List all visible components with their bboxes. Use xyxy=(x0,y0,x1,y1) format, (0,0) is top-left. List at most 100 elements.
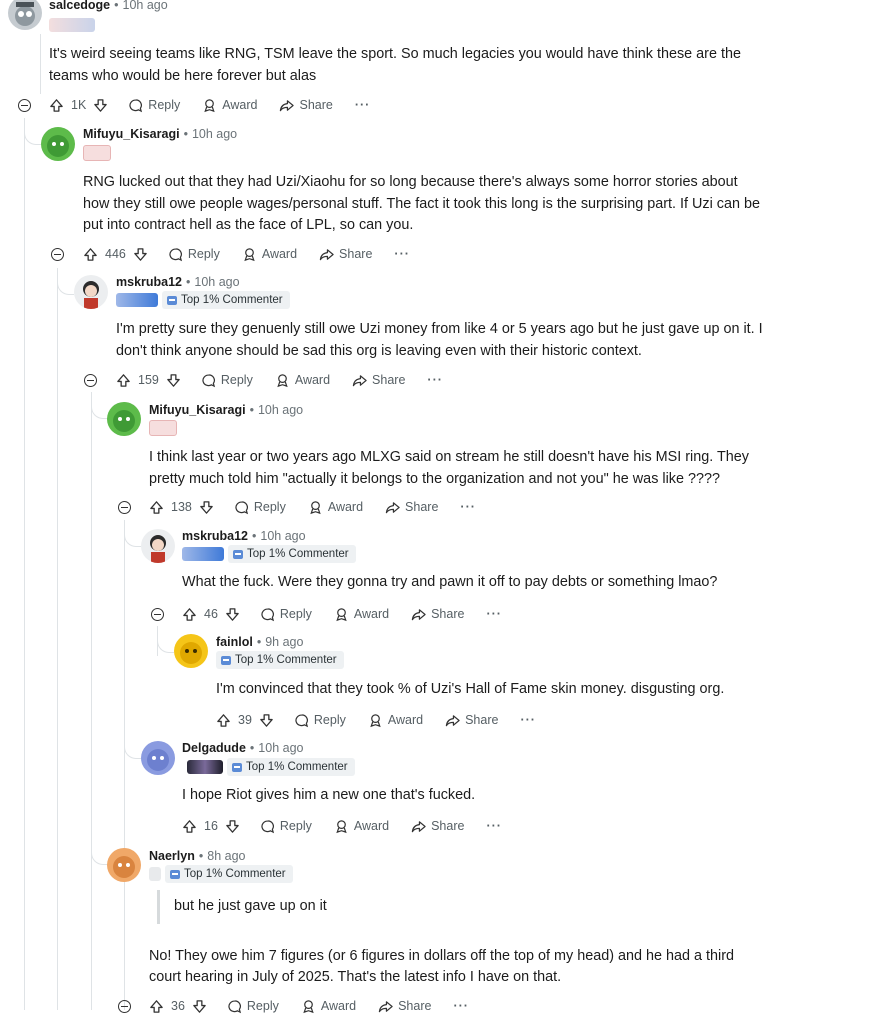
vote-group: 1K xyxy=(49,98,108,113)
comment-bubble-icon xyxy=(202,373,215,387)
upvote-icon[interactable] xyxy=(116,373,131,388)
share-icon xyxy=(280,99,295,111)
username[interactable]: Naerlyn xyxy=(149,849,195,863)
reply-button[interactable]: Reply xyxy=(168,247,220,262)
username[interactable]: fainlol xyxy=(216,635,253,649)
username[interactable]: mskruba12 xyxy=(182,529,248,543)
avatar[interactable] xyxy=(74,275,108,309)
upvote-icon[interactable] xyxy=(216,713,231,728)
more-options-button[interactable]: ··· xyxy=(520,713,536,727)
badge-label: Top 1% Commenter xyxy=(184,868,286,880)
avatar[interactable] xyxy=(8,0,42,30)
more-options-button[interactable]: ··· xyxy=(453,999,469,1013)
award-button[interactable]: Award xyxy=(275,373,330,388)
vote-group: 138 xyxy=(149,500,214,515)
user-flair xyxy=(149,420,177,436)
downvote-icon[interactable] xyxy=(192,999,207,1014)
comment-body: RNG lucked out that they had Uzi/Xiaohu … xyxy=(83,174,760,233)
share-button[interactable]: Share xyxy=(445,713,498,728)
username[interactable]: Mifuyu_Kisaragi xyxy=(83,127,180,141)
collapse-thread-button[interactable] xyxy=(84,374,97,387)
upvote-icon[interactable] xyxy=(149,500,164,515)
award-button[interactable]: Award xyxy=(334,819,389,834)
award-button[interactable]: Award xyxy=(334,607,389,622)
comment-body: but he just gave up on it No! They owe h… xyxy=(149,890,769,989)
collapse-thread-button[interactable] xyxy=(118,1000,131,1013)
upvote-icon[interactable] xyxy=(149,999,164,1014)
upvote-icon[interactable] xyxy=(83,247,98,262)
reply-button[interactable]: Reply xyxy=(234,500,286,515)
share-button[interactable]: Share xyxy=(411,819,464,834)
share-button[interactable]: Share xyxy=(378,999,431,1014)
more-options-button[interactable]: ··· xyxy=(486,607,502,621)
timestamp[interactable]: 9h ago xyxy=(265,635,303,649)
downvote-icon[interactable] xyxy=(133,247,148,262)
timestamp[interactable]: 10h ago xyxy=(123,0,168,12)
timestamp[interactable]: 10h ago xyxy=(258,403,303,417)
timestamp[interactable]: 8h ago xyxy=(207,849,245,863)
award-button[interactable]: Award xyxy=(308,500,363,515)
downvote-icon[interactable] xyxy=(166,373,181,388)
badge-icon xyxy=(233,549,243,559)
more-options-button[interactable]: ··· xyxy=(394,247,410,261)
reply-button[interactable]: Reply xyxy=(260,819,312,834)
timestamp[interactable]: 10h ago xyxy=(192,127,237,141)
comment-actions: 46 Reply Award Share ··· xyxy=(182,604,502,624)
downvote-icon[interactable] xyxy=(225,607,240,622)
avatar[interactable] xyxy=(41,127,75,161)
comment-actions: 159 Reply Award Share ··· xyxy=(116,370,443,390)
award-button[interactable]: Award xyxy=(368,713,423,728)
timestamp[interactable]: 10h ago xyxy=(260,529,305,543)
more-options-button[interactable]: ··· xyxy=(355,98,371,112)
top-commenter-badge: Top 1% Commenter xyxy=(162,291,290,309)
username[interactable]: mskruba12 xyxy=(116,275,182,289)
avatar[interactable] xyxy=(174,634,208,668)
username[interactable]: Mifuyu_Kisaragi xyxy=(149,403,246,417)
share-button[interactable]: Share xyxy=(411,607,464,622)
award-button[interactable]: Award xyxy=(242,247,297,262)
reply-button[interactable]: Reply xyxy=(294,713,346,728)
more-options-button[interactable]: ··· xyxy=(427,373,443,387)
share-button[interactable]: Share xyxy=(319,247,372,262)
username[interactable]: salcedoge xyxy=(49,0,110,12)
username[interactable]: Delgadude xyxy=(182,741,246,755)
reply-button[interactable]: Reply xyxy=(128,98,180,113)
reply-button[interactable]: Reply xyxy=(227,999,279,1014)
separator-dot: • xyxy=(183,127,188,141)
timestamp[interactable]: 10h ago xyxy=(258,741,303,755)
share-label: Share xyxy=(431,819,465,833)
award-button[interactable]: Award xyxy=(301,999,356,1014)
more-options-button[interactable]: ··· xyxy=(486,819,502,833)
avatar[interactable] xyxy=(107,402,141,436)
avatar[interactable] xyxy=(141,529,175,563)
share-button[interactable]: Share xyxy=(352,373,405,388)
reply-label: Reply xyxy=(253,500,286,514)
vote-count: 138 xyxy=(171,500,192,514)
downvote-icon[interactable] xyxy=(199,500,214,515)
upvote-icon[interactable] xyxy=(182,819,197,834)
comment-actions: 446 Reply Award Share ··· xyxy=(83,244,410,264)
comment-actions: 1K Reply Award Share ··· xyxy=(49,95,370,115)
award-button[interactable]: Award xyxy=(202,98,257,113)
collapse-thread-button[interactable] xyxy=(118,501,131,514)
downvote-icon[interactable] xyxy=(225,819,240,834)
timestamp[interactable]: 10h ago xyxy=(194,275,239,289)
more-options-button[interactable]: ··· xyxy=(460,500,476,514)
reply-button[interactable]: Reply xyxy=(260,607,312,622)
upvote-icon[interactable] xyxy=(49,98,64,113)
avatar[interactable] xyxy=(107,848,141,882)
avatar[interactable] xyxy=(141,741,175,775)
vote-count: 36 xyxy=(171,999,185,1013)
upvote-icon[interactable] xyxy=(182,607,197,622)
collapse-thread-button[interactable] xyxy=(18,99,31,112)
comment-actions: 138 Reply Award Share ··· xyxy=(149,497,476,517)
reply-button[interactable]: Reply xyxy=(201,373,253,388)
badge-icon xyxy=(167,295,177,305)
collapse-thread-button[interactable] xyxy=(51,248,64,261)
downvote-icon[interactable] xyxy=(93,98,108,113)
share-button[interactable]: Share xyxy=(279,98,333,113)
reply-label: Reply xyxy=(187,247,220,261)
downvote-icon[interactable] xyxy=(259,713,274,728)
collapse-thread-button[interactable] xyxy=(151,608,164,621)
share-button[interactable]: Share xyxy=(385,500,438,515)
